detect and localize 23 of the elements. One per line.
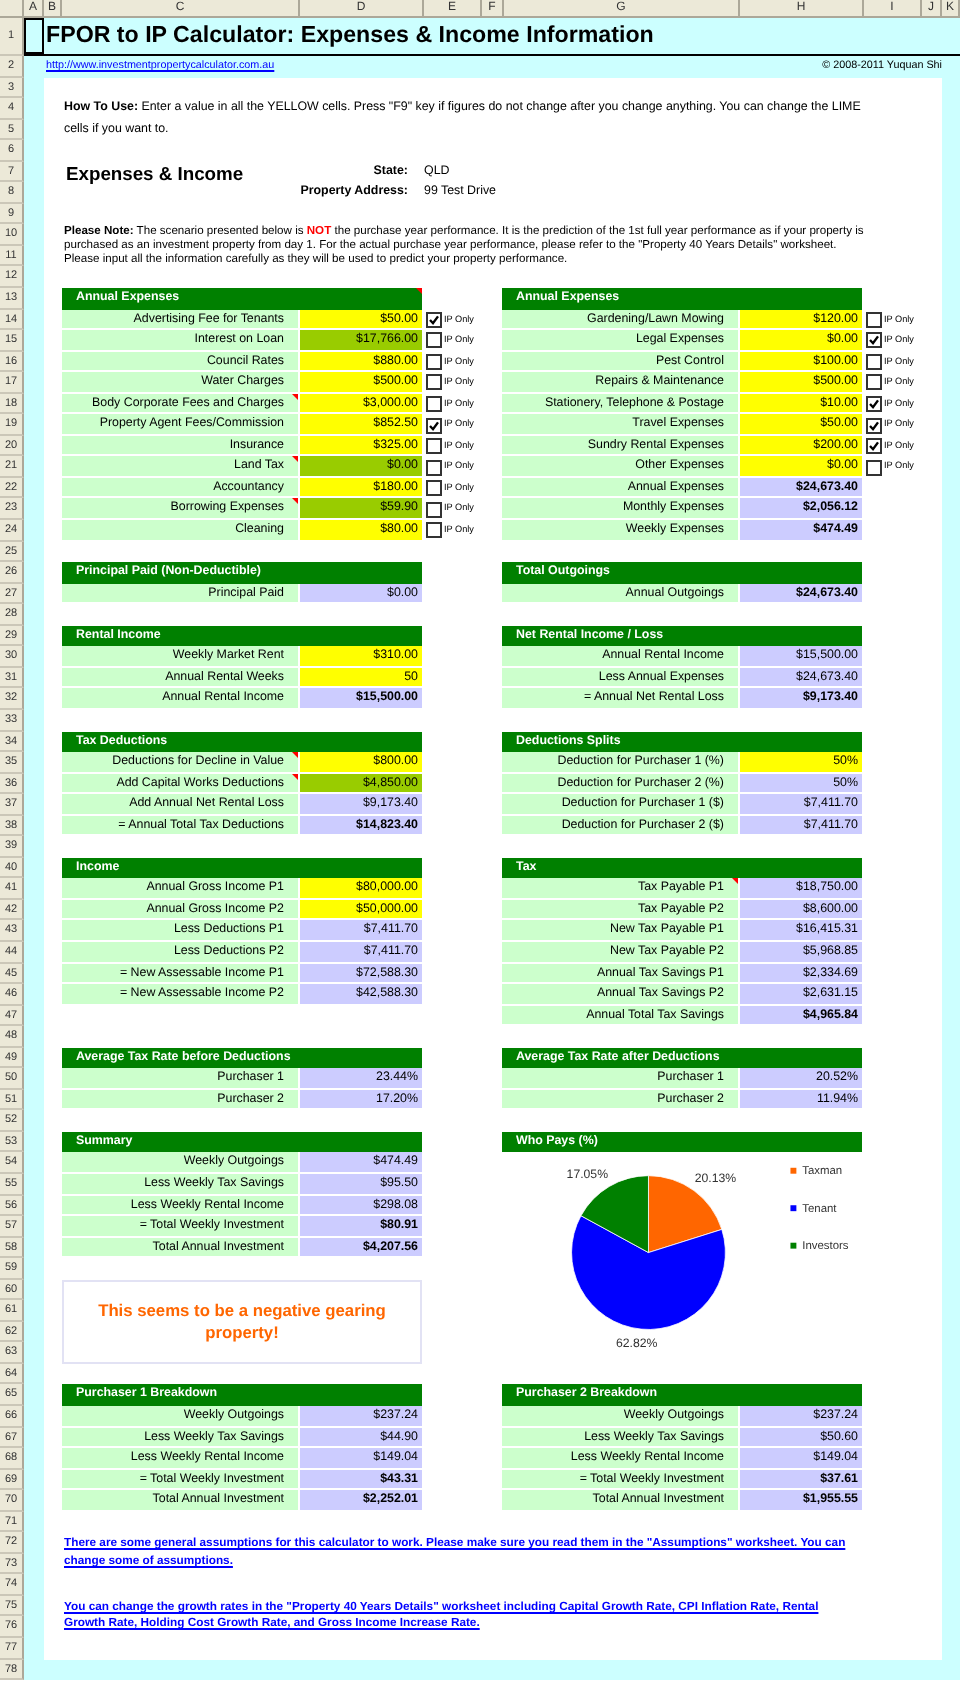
ip-only-checkbox[interactable] <box>866 417 882 434</box>
message-text: This seems to be a negative gearing property! <box>62 1279 422 1364</box>
ip-only-checkbox[interactable] <box>866 332 882 349</box>
ip-only-checkbox[interactable] <box>426 417 442 434</box>
ip-only-checkbox[interactable] <box>426 353 442 370</box>
cell-cursor[interactable] <box>24 18 44 54</box>
ip-only-checkbox[interactable] <box>866 459 882 476</box>
ip-only-checkbox[interactable] <box>426 311 442 328</box>
sheet-title: FPOR to IP Calculator: Expenses & Income Information <box>46 22 654 50</box>
ip-only-checkbox[interactable] <box>426 438 442 455</box>
ip-only-checkbox[interactable] <box>866 396 882 413</box>
ip-only-checkbox[interactable] <box>426 501 442 518</box>
ip-only-checkbox[interactable] <box>426 396 442 413</box>
ip-only-checkbox[interactable] <box>426 332 442 349</box>
ip-only-checkbox[interactable] <box>426 522 442 539</box>
ip-only-checkbox[interactable] <box>866 311 882 328</box>
section-heading: Expenses & Income <box>64 163 246 185</box>
ip-only-checkbox[interactable] <box>866 374 882 391</box>
ip-only-checkbox[interactable] <box>866 353 882 370</box>
ip-only-checkbox[interactable] <box>426 459 442 476</box>
ip-only-checkbox[interactable] <box>426 480 442 497</box>
ip-only-checkbox[interactable] <box>866 438 882 455</box>
ip-only-checkbox[interactable] <box>426 374 442 391</box>
